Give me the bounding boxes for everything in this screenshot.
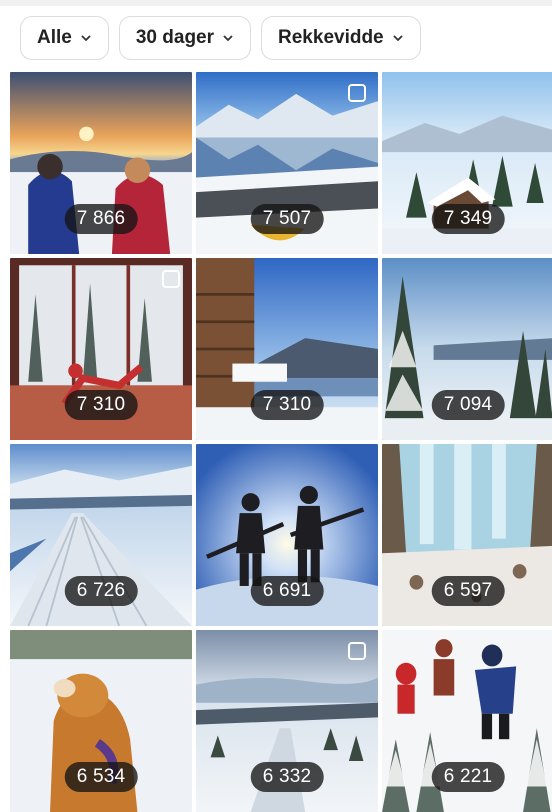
filter-content-type[interactable]: Alle <box>20 16 109 60</box>
post-tile[interactable]: 7 507 <box>196 72 378 254</box>
post-tile[interactable]: 6 221 <box>382 630 552 812</box>
post-tile[interactable]: 7 094 <box>382 258 552 440</box>
post-tile[interactable]: 6 534 <box>10 630 192 812</box>
reach-count: 6 597 <box>431 576 505 606</box>
filter-metric[interactable]: Rekkevidde <box>261 16 421 60</box>
post-tile[interactable]: 7 310 <box>10 258 192 440</box>
post-tile[interactable]: 6 332 <box>196 630 378 812</box>
carousel-icon <box>162 270 180 288</box>
reach-count: 6 691 <box>250 576 324 606</box>
reach-count: 7 349 <box>431 204 505 234</box>
reach-count: 7 094 <box>431 390 505 420</box>
carousel-icon <box>348 84 366 102</box>
post-tile[interactable]: 7 310 <box>196 258 378 440</box>
reach-count: 7 310 <box>64 390 138 420</box>
chevron-down-icon <box>393 35 403 42</box>
reach-count: 6 726 <box>64 576 138 606</box>
reach-count: 7 507 <box>250 204 324 234</box>
reach-count: 7 866 <box>64 204 138 234</box>
post-tile[interactable]: 6 597 <box>382 444 552 626</box>
filter-bar: Alle 30 dager Rekkevidde <box>0 6 552 70</box>
filter-label: 30 dager <box>135 27 215 48</box>
post-grid: 7 866 7 507 7 349 7 310 7 310 7 094 6 72… <box>10 72 552 812</box>
filter-label: Rekkevidde <box>278 27 384 48</box>
post-tile[interactable]: 6 691 <box>196 444 378 626</box>
carousel-icon <box>348 642 366 660</box>
post-tile[interactable]: 7 866 <box>10 72 192 254</box>
filter-time-range[interactable]: 30 dager <box>118 16 252 60</box>
post-tile[interactable]: 6 726 <box>10 444 192 626</box>
reach-count: 6 534 <box>64 762 138 792</box>
reach-count: 6 221 <box>431 762 505 792</box>
reach-count: 6 332 <box>250 762 324 792</box>
reach-count: 7 310 <box>250 390 324 420</box>
filter-label: Alle <box>37 27 72 48</box>
post-tile[interactable]: 7 349 <box>382 72 552 254</box>
chevron-down-icon <box>223 35 233 42</box>
chevron-down-icon <box>81 35 91 42</box>
